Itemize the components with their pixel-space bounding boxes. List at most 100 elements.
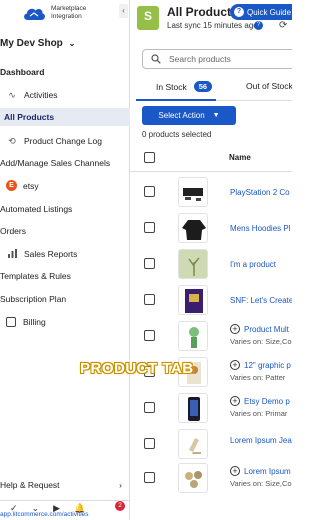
product-tab-caption: PRODUCT TAB [80,360,194,377]
table-row[interactable]: PlayStation 2 Co [130,174,292,210]
active-tab-indicator [136,99,216,101]
table-row[interactable]: Lorem Ipsum Jea [130,426,292,462]
shop-name: My Dev Shop [0,38,63,49]
product-name-link[interactable]: Lorem Ipsum Jea [230,436,292,445]
chevron-right-icon: › [119,480,122,490]
product-thumbnail [178,285,208,315]
info-icon[interactable]: ? [254,21,263,30]
status-url: app.litcommerce.com/activities [0,511,89,518]
tab-in-stock[interactable]: In Stock 56 [156,81,213,92]
product-name: 12" graphic p [244,361,291,370]
product-thumbnail [178,213,208,243]
cloud-logo-icon [24,8,45,20]
notification-count-badge: 2 [115,501,125,511]
table-row[interactable]: I'm a product [130,246,292,282]
search-placeholder: Search products [169,54,231,64]
sync-prefix: Last sync [167,21,201,30]
row-checkbox[interactable] [144,472,155,483]
last-sync-status: Last sync 15 minutes ago [167,21,258,30]
tab-out-of-stock[interactable]: Out of Stock [246,81,292,91]
row-checkbox[interactable] [144,438,155,449]
table-row[interactable]: + Etsy Demo p Varies on: Primar [130,390,292,426]
variation-info: Varies on: Patter [230,373,286,382]
page-title: All Products [167,5,238,19]
nav-automated-listings[interactable]: Automated Listings [0,203,130,215]
row-checkbox[interactable] [144,402,155,413]
nav-label: Automated Listings [0,204,73,214]
row-checkbox[interactable] [144,186,155,197]
nav-label: Subscription Plan [0,294,67,304]
main-content: S All Products ? Quick Guide Last sync 1… [130,0,292,520]
nav-subscription-plan[interactable]: Subscription Plan [0,293,130,305]
nav-label: Product Change Log [24,136,102,146]
count-badge: 56 [193,81,213,92]
nav-etsy[interactable]: E etsy [0,179,130,192]
tab-label: In Stock [156,81,187,92]
expand-variants-icon[interactable]: + [230,396,240,406]
product-name-link[interactable]: + Lorem Ipsum [230,466,291,476]
product-thumbnail [178,321,208,351]
chevron-down-icon: ⌄ [68,39,76,48]
variation-info: Varies on: Size,Co [230,479,292,488]
expand-variants-icon[interactable]: + [230,360,240,370]
product-thumbnail [178,393,208,423]
bar-chart-icon [6,248,18,260]
variation-info: Varies on: Primar [230,409,288,418]
nav-sales-reports[interactable]: Sales Reports [0,248,130,260]
table-row[interactable]: + Lorem Ipsum Varies on: Size,Co [130,460,292,496]
nav-label: Add/Manage Sales Channels [0,158,111,168]
product-name-link[interactable]: + Etsy Demo p [230,396,290,406]
product-name-link[interactable]: + Product Mult [230,324,289,334]
product-name-link[interactable]: PlayStation 2 Co [230,188,290,197]
question-icon: ? [234,7,244,17]
app-root: Marketplace Integration ‹ My Dev Shop ⌄ … [0,0,292,520]
variation-info: Varies on: Size,Co [230,337,292,346]
row-checkbox[interactable] [144,258,155,269]
nav-sales-channels[interactable]: Add/Manage Sales Channels [0,157,130,169]
shop-selector[interactable]: My Dev Shop ⌄ [0,38,75,49]
nav-templates-rules[interactable]: Templates & Rules [0,270,130,282]
nav-all-products[interactable]: All Products [0,108,130,126]
nav-activities[interactable]: ∿ Activities [0,89,130,101]
selected-count: 0 products selected [142,130,212,139]
product-name: Lorem Ipsum [244,467,291,476]
row-checkbox[interactable] [144,222,155,233]
table-row[interactable]: + Product Mult Varies on: Size,Co [130,318,292,354]
activity-pulse-icon: ∿ [8,89,16,100]
column-name-header: Name [229,153,251,162]
product-name-link[interactable]: +12" graphic p [230,360,291,370]
quick-guide-button[interactable]: ? Quick Guide [230,4,292,20]
select-all-checkbox[interactable] [144,152,155,163]
product-thumbnail [178,249,208,279]
expand-variants-icon[interactable]: + [230,324,240,334]
nav-dashboard[interactable]: Dashboard [0,65,130,79]
nav-label: Templates & Rules [0,271,71,281]
sync-icon[interactable]: ⟳ [279,20,287,31]
product-name-link[interactable]: Mens Hoodies Pl [230,224,290,233]
help-label: Help & Request [0,480,60,490]
product-thumbnail [178,177,208,207]
row-checkbox[interactable] [144,330,155,341]
row-checkbox[interactable] [144,294,155,305]
product-name-link[interactable]: SNF: Let's Create [230,296,292,305]
help-request[interactable]: Help & Request › [0,480,130,490]
nav-label: Billing [23,317,46,327]
shopify-logo-icon: S [137,6,159,30]
collapse-sidebar-button[interactable]: ‹ [119,4,128,18]
search-input[interactable]: Search products [142,49,292,69]
product-thumbnail [178,463,208,493]
nav-product-change-log[interactable]: ⟲ Product Change Log [0,135,130,147]
product-thumbnail [178,429,208,459]
history-icon: ⟲ [8,135,16,146]
billing-icon [6,317,16,327]
select-action-button[interactable]: Select Action ▼ [142,106,236,125]
table-row[interactable]: Mens Hoodies Pl [130,210,292,246]
nav-billing[interactable]: Billing [0,316,130,328]
product-name-link[interactable]: I'm a product [230,260,276,269]
brand-name-line1: Marketplace [51,5,87,12]
brand: Marketplace Integration ‹ [0,0,130,30]
expand-variants-icon[interactable]: + [230,466,240,476]
nav-orders[interactable]: Orders [0,225,130,237]
table-row[interactable]: SNF: Let's Create [130,282,292,318]
nav-label: Sales Reports [24,249,78,259]
